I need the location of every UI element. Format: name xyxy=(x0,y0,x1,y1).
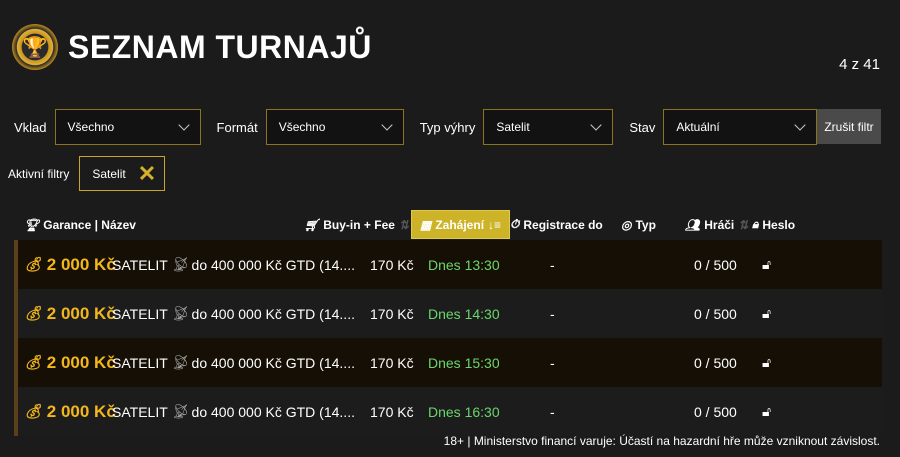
users-icon: 👥︎ xyxy=(685,217,701,232)
col-registration[interactable]: ⏱︎ Registrace do xyxy=(510,210,603,239)
tournament-name[interactable]: SATELIT 📡︎ do 400 000 Kč GTD (14.... xyxy=(112,338,355,387)
stav-select[interactable]: Aktuální xyxy=(663,109,818,145)
registration: - xyxy=(550,403,555,420)
col-label: Zahájení xyxy=(435,217,485,232)
registration: - xyxy=(550,256,555,273)
players: 0 / 500 xyxy=(694,305,737,322)
typ-vyhry-select[interactable]: Satelit xyxy=(483,109,614,145)
satellite-icon: 📡︎ xyxy=(170,354,189,370)
col-start[interactable]: ▦ Zahájení ↓≡ xyxy=(411,210,511,239)
col-label: Buy-in + Fee xyxy=(323,217,395,232)
result-count: 4 z 41 xyxy=(839,56,880,73)
filter-label: Vklad xyxy=(14,119,47,135)
trophy-chip-icon: 🏆 xyxy=(12,24,58,70)
active-filters: Aktivní filtry Satelit ✕ xyxy=(8,156,166,191)
col-label: Registrace do xyxy=(523,217,603,232)
select-value: Aktuální xyxy=(676,120,720,134)
unlock-icon: 🔓︎ xyxy=(762,354,772,370)
guarantee: 💰︎ 2 000 Kč xyxy=(24,254,116,274)
chevron-down-icon xyxy=(794,119,807,131)
select-value: Všechno xyxy=(278,120,326,134)
col-label: Typ xyxy=(635,217,656,232)
filter-label: Stav xyxy=(629,119,656,135)
satellite-icon: 📡︎ xyxy=(170,305,189,321)
select-value: Satelit xyxy=(496,120,530,134)
satellite-icon: 📡︎ xyxy=(170,403,189,419)
sort-desc-icon: ↓≡ xyxy=(488,217,502,232)
players: 0 / 500 xyxy=(694,256,737,273)
filter-label: Formát xyxy=(216,119,258,135)
select-value: Všechno xyxy=(67,120,115,134)
table-row[interactable]: 💰︎ 2 000 Kč SATELIT 📡︎ do 400 000 Kč GTD (1… xyxy=(18,338,882,387)
money-bag-icon: 💰︎ xyxy=(24,403,42,419)
buyin: 170 Kč xyxy=(370,354,414,371)
col-type[interactable]: ◎ Typ xyxy=(621,210,656,239)
format-select[interactable]: Všechno xyxy=(265,109,404,145)
money-bag-icon: 💰︎ xyxy=(24,256,42,272)
col-label: Hráči xyxy=(704,217,735,232)
sort-icon: ⇅ xyxy=(398,217,409,232)
vklad-select[interactable]: Všechno xyxy=(54,109,201,145)
tournament-name[interactable]: SATELIT 📡︎ do 400 000 Kč GTD (14.... xyxy=(112,240,355,289)
registration: - xyxy=(550,305,555,322)
filter-label: Typ výhry xyxy=(419,119,476,135)
lock-icon: 🔒︎ xyxy=(752,217,759,231)
start-time: Dnes 13:30 xyxy=(428,256,500,273)
cart-icon: 🛒︎ xyxy=(304,217,320,232)
col-players[interactable]: 👥︎ Hráči ⇅ xyxy=(685,210,748,239)
guarantee: 💰︎ 2 000 Kč xyxy=(24,352,116,372)
chip-icon: ◎ xyxy=(621,217,632,232)
table-header: 🏆︎ Garance | Název 🛒︎ Buy-in + Fee ⇅ ▦ Zaháj… xyxy=(14,210,882,239)
tournament-name[interactable]: SATELIT 📡︎ do 400 000 Kč GTD (14.... xyxy=(112,289,355,338)
chevron-down-icon xyxy=(177,119,190,131)
players: 0 / 500 xyxy=(694,354,737,371)
unlock-icon: 🔓︎ xyxy=(762,403,772,419)
tag-label: Satelit xyxy=(92,166,126,181)
col-buyin[interactable]: 🛒︎ Buy-in + Fee ⇅ xyxy=(304,210,409,239)
gambling-warning: 18+ | Ministerstvo financí varuje: Účast… xyxy=(443,434,880,448)
table-row[interactable]: 💰︎ 2 000 Kč SATELIT 📡︎ do 400 000 Kč GTD (1… xyxy=(18,387,882,436)
trophy-icon: 🏆︎ xyxy=(24,217,40,232)
sort-icon: ⇅ xyxy=(738,217,749,232)
calendar-icon: ▦ xyxy=(420,217,432,232)
unlock-icon: 🔓︎ xyxy=(762,256,772,272)
start-time: Dnes 14:30 xyxy=(428,305,500,322)
clear-filter-button[interactable]: Zrušit filtr xyxy=(817,109,881,144)
buyin: 170 Kč xyxy=(370,403,414,420)
start-time: Dnes 16:30 xyxy=(428,403,500,420)
money-bag-icon: 💰︎ xyxy=(24,354,42,370)
active-filters-label: Aktivní filtry xyxy=(8,166,70,181)
chevron-down-icon xyxy=(381,119,393,131)
tournament-name[interactable]: SATELIT 📡︎ do 400 000 Kč GTD (14.... xyxy=(112,387,355,436)
close-icon[interactable]: ✕ xyxy=(138,161,156,187)
table-row[interactable]: 💰︎ 2 000 Kč SATELIT 📡︎ do 400 000 Kč GTD (1… xyxy=(18,289,882,338)
filter-bar: Vklad Všechno Formát Všechno Typ výhry S… xyxy=(14,109,833,145)
registration: - xyxy=(550,354,555,371)
players: 0 / 500 xyxy=(694,403,737,420)
col-label: Heslo xyxy=(762,217,796,232)
chevron-down-icon xyxy=(590,119,602,131)
col-label: Garance | Název xyxy=(43,217,136,232)
col-name[interactable]: 🏆︎ Garance | Název xyxy=(24,210,136,239)
buyin: 170 Kč xyxy=(370,256,414,273)
buyin: 170 Kč xyxy=(370,305,414,322)
table-row[interactable]: 💰︎ 2 000 Kč SATELIT 📡︎ do 400 000 Kč GTD (1… xyxy=(18,240,882,289)
tournament-list: 💰︎ 2 000 Kč SATELIT 📡︎ do 400 000 Kč GTD (1… xyxy=(14,240,882,436)
filter-tag[interactable]: Satelit ✕ xyxy=(79,156,166,191)
stopwatch-icon: ⏱︎ xyxy=(510,217,520,231)
unlock-icon: 🔓︎ xyxy=(762,305,772,321)
satellite-icon: 📡︎ xyxy=(170,256,189,272)
money-bag-icon: 💰︎ xyxy=(24,305,42,321)
col-password[interactable]: 🔒︎ Heslo xyxy=(752,210,795,239)
page-header: 🏆 SEZNAM TURNAJŮ xyxy=(12,24,372,70)
start-time: Dnes 15:30 xyxy=(428,354,500,371)
guarantee: 💰︎ 2 000 Kč xyxy=(24,401,116,421)
page-title: SEZNAM TURNAJŮ xyxy=(68,28,372,65)
guarantee: 💰︎ 2 000 Kč xyxy=(24,303,116,323)
